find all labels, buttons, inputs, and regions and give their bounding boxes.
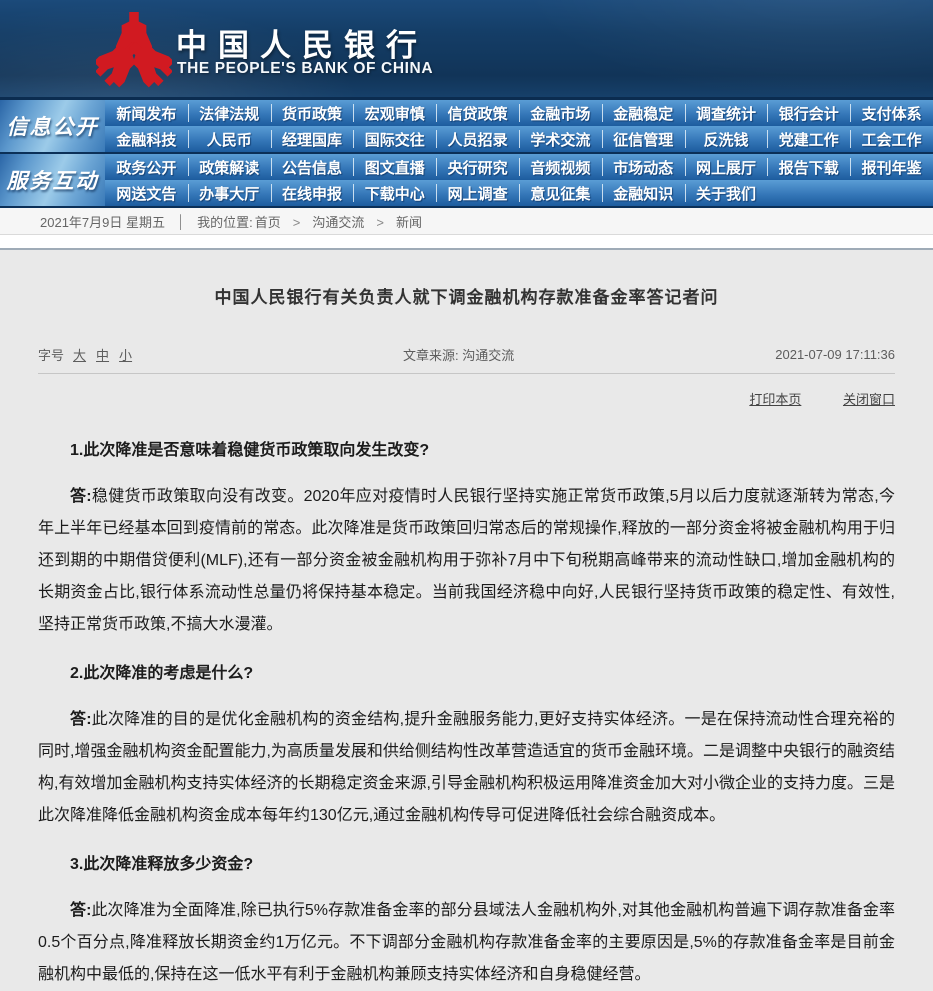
location-prefix: 我的位置: xyxy=(197,212,253,231)
nav-item-意见征集[interactable]: 意见征集 xyxy=(519,180,602,206)
article-body: 1.此次降准是否意味着稳健货币政策取向发生改变? 答:稳健货币政策取向没有改变。2… xyxy=(38,435,895,991)
nav-item-党建工作[interactable]: 党建工作 xyxy=(767,126,850,152)
nav-item-金融市场[interactable]: 金融市场 xyxy=(519,100,602,126)
nav-item-征信管理[interactable]: 征信管理 xyxy=(602,126,685,152)
nav-item-法律法规[interactable]: 法律法规 xyxy=(188,100,271,126)
breadcrumb-arrow-icon: > xyxy=(293,215,301,230)
site-header: 中国人民银行 THE PEOPLE'S BANK OF CHINA xyxy=(0,0,933,100)
nav-item-信贷政策[interactable]: 信贷政策 xyxy=(436,100,519,126)
nav-item-经理国库[interactable]: 经理国库 xyxy=(271,126,354,152)
nav-item-政策解读[interactable]: 政策解读 xyxy=(188,154,271,180)
article-answer: 答:此次降准为全面降准,除已执行5%存款准备金率的部分县域法人金融机构外,对其他… xyxy=(38,895,895,991)
main-navigation: 信息公开 新闻发布法律法规货币政策宏观审慎信贷政策金融市场金融稳定调查统计银行会… xyxy=(0,100,933,208)
nav-item-宏观审慎[interactable]: 宏观审慎 xyxy=(353,100,436,126)
nav-label-info-disclosure[interactable]: 信息公开 xyxy=(0,100,105,152)
bank-name-chinese: 中国人民银行 xyxy=(176,20,428,65)
nav-item-政务公开[interactable]: 政务公开 xyxy=(105,154,188,180)
nav-item-支付体系[interactable]: 支付体系 xyxy=(850,100,933,126)
answer-lead: 答: xyxy=(70,488,92,505)
print-page-button[interactable]: 打印本页 xyxy=(749,392,801,407)
nav-item-网上展厅[interactable]: 网上展厅 xyxy=(685,154,768,180)
nav-row: 政务公开政策解读公告信息图文直播央行研究音频视频市场动态网上展厅报告下载报刊年鉴 xyxy=(105,154,933,180)
nav-item-人员招录[interactable]: 人员招录 xyxy=(436,126,519,152)
nav-section-service-interaction: 服务互动 政务公开政策解读公告信息图文直播央行研究音频视频市场动态网上展厅报告下… xyxy=(0,154,933,208)
nav-item-办事大厅[interactable]: 办事大厅 xyxy=(188,180,271,206)
nav-item-学术交流[interactable]: 学术交流 xyxy=(519,126,602,152)
pboc-logo-icon xyxy=(96,8,172,95)
article-answer: 答:此次降准的目的是优化金融机构的资金结构,提升金融服务能力,更好支持实体经济。… xyxy=(38,704,895,832)
close-window-button[interactable]: 关闭窗口 xyxy=(843,392,895,407)
spacer xyxy=(0,235,933,248)
article-datetime: 2021-07-09 17:11:36 xyxy=(775,347,895,362)
nav-item-图文直播[interactable]: 图文直播 xyxy=(353,154,436,180)
nav-cell-empty xyxy=(767,180,850,206)
breadcrumb-separator: │ xyxy=(177,214,185,229)
nav-item-货币政策[interactable]: 货币政策 xyxy=(271,100,354,126)
breadcrumb: 2021年7月9日 星期五 │ 我的位置: 首页 > 沟通交流 > 新闻 xyxy=(0,208,933,235)
nav-item-下载中心[interactable]: 下载中心 xyxy=(353,180,436,206)
nav-item-音频视频[interactable]: 音频视频 xyxy=(519,154,602,180)
nav-label-service-interaction[interactable]: 服务互动 xyxy=(0,154,105,206)
nav-item-网上调查[interactable]: 网上调查 xyxy=(436,180,519,206)
nav-item-报刊年鉴[interactable]: 报刊年鉴 xyxy=(850,154,933,180)
breadcrumb-arrow-icon: > xyxy=(376,215,384,230)
answer-lead: 答: xyxy=(70,711,92,728)
nav-item-金融科技[interactable]: 金融科技 xyxy=(105,126,188,152)
nav-item-反洗钱[interactable]: 反洗钱 xyxy=(685,126,768,152)
fontsize-option-小[interactable]: 小 xyxy=(119,348,132,363)
nav-item-金融知识[interactable]: 金融知识 xyxy=(602,180,685,206)
bank-name-english: THE PEOPLE'S BANK OF CHINA xyxy=(177,60,433,78)
answer-lead: 答: xyxy=(70,902,91,919)
nav-row: 新闻发布法律法规货币政策宏观审慎信贷政策金融市场金融稳定调查统计银行会计支付体系 xyxy=(105,100,933,126)
article-source: 文章来源: 沟通交流 xyxy=(142,345,775,364)
nav-item-央行研究[interactable]: 央行研究 xyxy=(436,154,519,180)
nav-section-info-disclosure: 信息公开 新闻发布法律法规货币政策宏观审慎信贷政策金融市场金融稳定调查统计银行会… xyxy=(0,100,933,154)
breadcrumb-item-2[interactable]: 沟通交流 xyxy=(312,215,364,230)
article-title: 中国人民银行有关负责人就下调金融机构存款准备金率答记者问 xyxy=(38,250,895,308)
fontsize-option-中[interactable]: 中 xyxy=(96,348,109,363)
nav-row: 金融科技人民币经理国库国际交往人员招录学术交流征信管理反洗钱党建工作工会工作 xyxy=(105,126,933,152)
nav-cell-empty xyxy=(850,180,933,206)
nav-item-新闻发布[interactable]: 新闻发布 xyxy=(105,100,188,126)
nav-item-国际交往[interactable]: 国际交往 xyxy=(353,126,436,152)
nav-item-人民币[interactable]: 人民币 xyxy=(188,126,271,152)
nav-item-市场动态[interactable]: 市场动态 xyxy=(602,154,685,180)
article-answer: 答:稳健货币政策取向没有改变。2020年应对疫情时人民银行坚持实施正常货币政策,… xyxy=(38,481,895,641)
source-value[interactable]: 沟通交流 xyxy=(462,348,514,363)
nav-item-银行会计[interactable]: 银行会计 xyxy=(767,100,850,126)
nav-item-报告下载[interactable]: 报告下载 xyxy=(767,154,850,180)
current-date: 2021年7月9日 星期五 xyxy=(40,212,165,231)
nav-item-网送文告[interactable]: 网送文告 xyxy=(105,180,188,206)
breadcrumb-item-3[interactable]: 新闻 xyxy=(396,215,422,230)
source-label: 文章来源: xyxy=(403,348,462,363)
nav-item-公告信息[interactable]: 公告信息 xyxy=(271,154,354,180)
fontsize-option-大[interactable]: 大 xyxy=(73,348,86,363)
nav-item-金融稳定[interactable]: 金融稳定 xyxy=(602,100,685,126)
nav-item-在线申报[interactable]: 在线申报 xyxy=(271,180,354,206)
article-question: 3.此次降准释放多少资金? xyxy=(38,849,895,881)
article-question: 1.此次降准是否意味着稳健货币政策取向发生改变? xyxy=(38,435,895,467)
article-question: 2.此次降准的考虑是什么? xyxy=(38,658,895,690)
article-tools: 打印本页 关闭窗口 xyxy=(38,389,895,408)
nav-item-关于我们[interactable]: 关于我们 xyxy=(685,180,768,206)
nav-row: 网送文告办事大厅在线申报下载中心网上调查意见征集金融知识关于我们 xyxy=(105,180,933,206)
nav-item-工会工作[interactable]: 工会工作 xyxy=(850,126,933,152)
article-meta: 字号 大中小 文章来源: 沟通交流 2021-07-09 17:11:36 xyxy=(38,345,895,374)
fontsize-label: 字号 xyxy=(38,345,64,364)
breadcrumb-item-1[interactable]: 首页 xyxy=(255,215,281,230)
fontsize-options: 大中小 xyxy=(73,345,142,364)
breadcrumb-items: 首页 > 沟通交流 > 新闻 xyxy=(253,212,424,231)
article-container: 中国人民银行有关负责人就下调金融机构存款准备金率答记者问 字号 大中小 文章来源… xyxy=(0,250,933,991)
nav-item-调查统计[interactable]: 调查统计 xyxy=(685,100,768,126)
